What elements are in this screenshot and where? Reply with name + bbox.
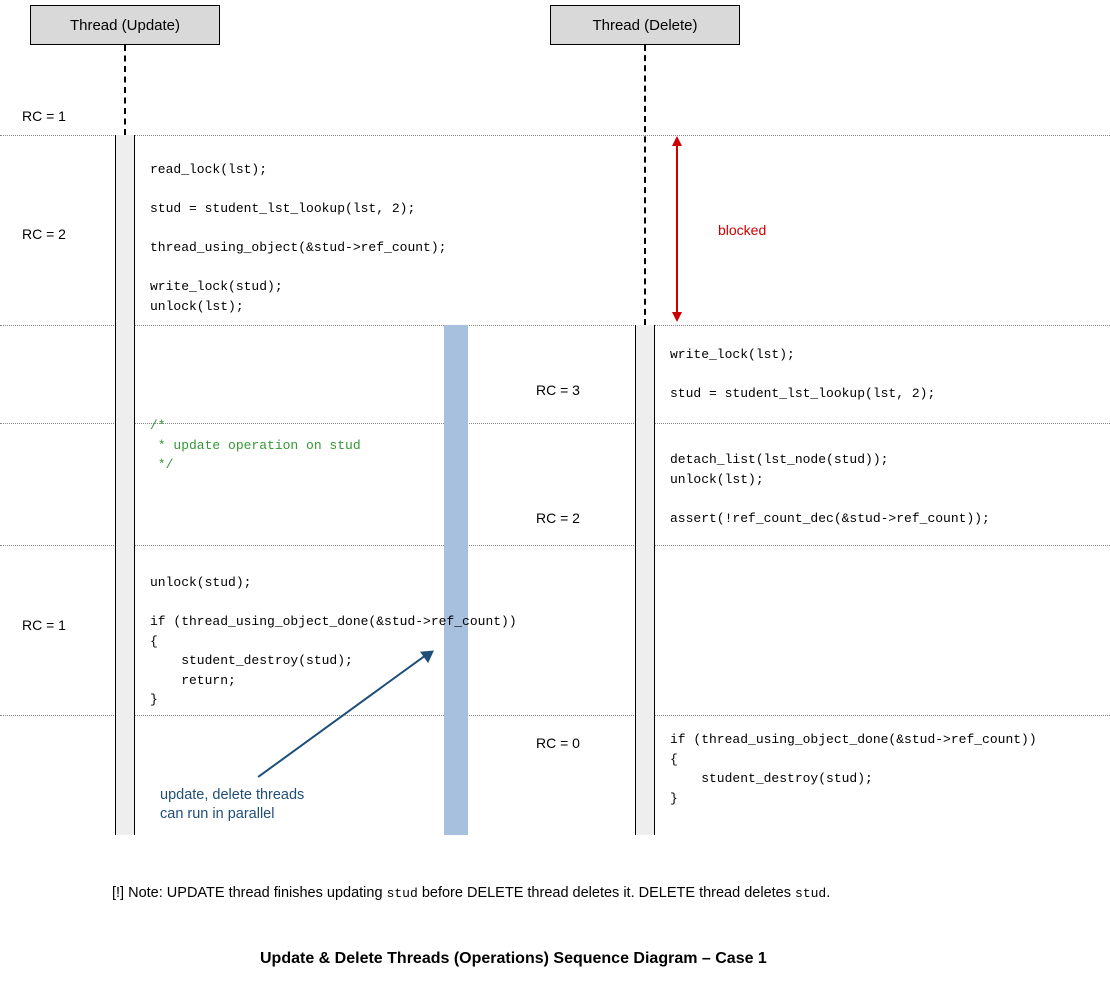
code-delete-3: if (thread_using_object_done(&stud->ref_… bbox=[670, 730, 1037, 808]
rc-label-2b: RC = 2 bbox=[536, 510, 580, 526]
note-mid: before DELETE thread deletes it. DELETE … bbox=[418, 885, 795, 901]
blocked-arrow-shaft bbox=[676, 140, 678, 320]
rc-label-2a: RC = 2 bbox=[22, 226, 66, 242]
hline-4 bbox=[0, 545, 1110, 546]
lifeline-update-top bbox=[124, 45, 126, 135]
rc-label-1b: RC = 1 bbox=[22, 617, 66, 633]
header-update: Thread (Update) bbox=[30, 5, 220, 45]
blocked-arrow-down bbox=[672, 312, 682, 322]
code-update-comment: /* * update operation on stud */ bbox=[150, 416, 361, 475]
code-update-1: read_lock(lst); stud = student_lst_looku… bbox=[150, 160, 446, 316]
note-suffix: . bbox=[826, 885, 830, 901]
rc-label-3: RC = 3 bbox=[536, 382, 580, 398]
hline-1 bbox=[0, 135, 1110, 136]
code-delete-2: detach_list(lst_node(stud)); unlock(lst)… bbox=[670, 450, 990, 528]
note-code1: stud bbox=[387, 886, 418, 901]
blocked-label: blocked bbox=[718, 222, 766, 238]
parallel-note: update, delete threads can run in parall… bbox=[160, 786, 304, 824]
hline-2 bbox=[0, 325, 1110, 326]
code-delete-1: write_lock(lst); stud = student_lst_look… bbox=[670, 345, 935, 404]
code-update-3: unlock(stud); if (thread_using_object_do… bbox=[150, 573, 517, 710]
activation-update bbox=[115, 135, 135, 835]
note-prefix: [!] Note: UPDATE thread finishes updatin… bbox=[112, 885, 387, 901]
header-delete: Thread (Delete) bbox=[550, 5, 740, 45]
footer-note: [!] Note: UPDATE thread finishes updatin… bbox=[112, 885, 830, 901]
rc-label-1a: RC = 1 bbox=[22, 108, 66, 124]
lifeline-delete-top bbox=[644, 45, 646, 325]
rc-label-0: RC = 0 bbox=[536, 735, 580, 751]
activation-delete bbox=[635, 325, 655, 835]
note-code2: stud bbox=[795, 886, 826, 901]
hline-5 bbox=[0, 715, 1110, 716]
diagram-title: Update & Delete Threads (Operations) Seq… bbox=[260, 950, 767, 968]
blocked-arrow-up bbox=[672, 136, 682, 146]
